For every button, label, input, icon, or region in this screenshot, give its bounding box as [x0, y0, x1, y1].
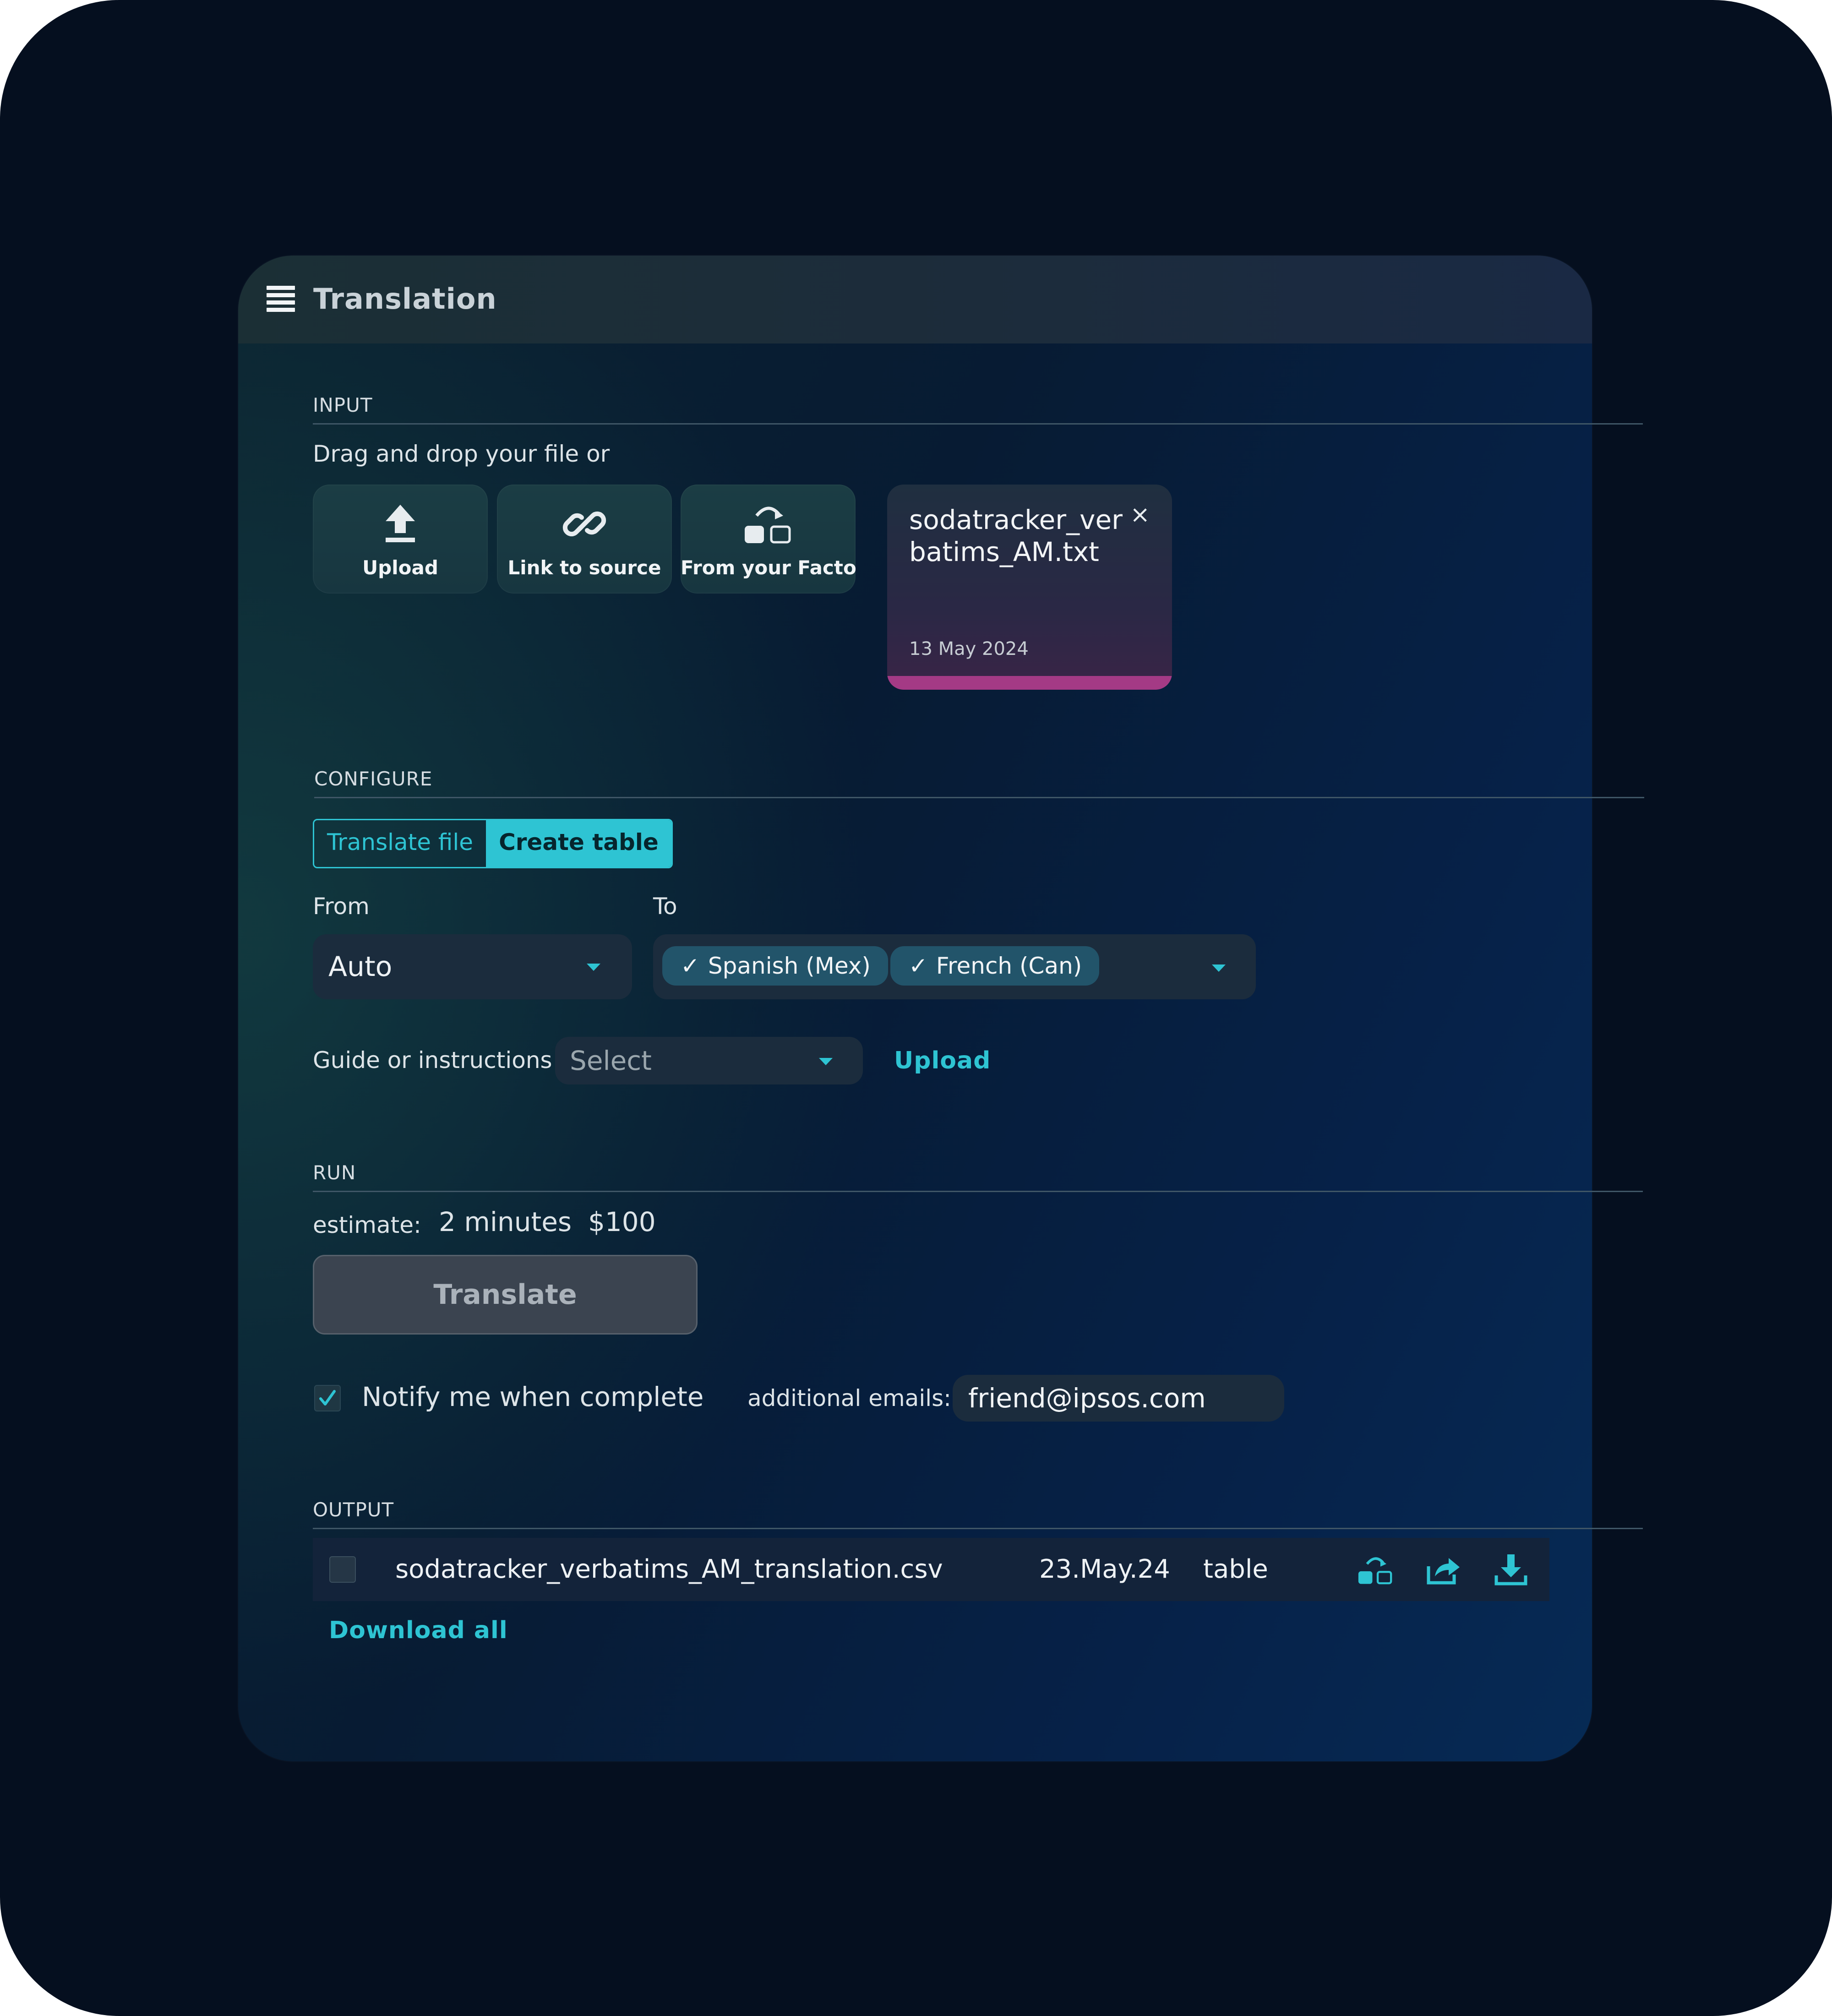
upload-tile-button[interactable]: Upload — [313, 485, 488, 594]
translate-button[interactable]: Translate — [313, 1255, 698, 1335]
upload-icon — [313, 501, 488, 547]
output-date: 23.May.24 — [1039, 1554, 1170, 1584]
app-frame: Translation INPUT Drag and drop your fil… — [0, 0, 1832, 2016]
download-all-link[interactable]: Download all — [329, 1617, 508, 1644]
uploaded-file-card[interactable]: sodatracker_verbatims_AM.txt × 13 May 20… — [887, 485, 1172, 690]
mode-toggle: Translate file Create table — [313, 819, 673, 868]
language-chip-french[interactable]: ✓ French (Can) — [890, 946, 1100, 986]
translation-panel: Translation — [238, 256, 1592, 1761]
from-label: From — [313, 893, 370, 920]
row-checkbox[interactable] — [329, 1556, 356, 1583]
file-name: sodatracker_verbatims_AM.txt — [909, 504, 1123, 567]
additional-emails-label: additional emails: — [747, 1385, 951, 1411]
divider — [313, 1528, 1643, 1529]
page-title: Translation — [313, 282, 497, 316]
tile-label: Link to source — [507, 556, 661, 579]
factory-icon[interactable] — [1357, 1553, 1394, 1586]
section-label-configure: CONFIGURE — [314, 768, 433, 790]
drag-drop-hint: Drag and drop your file or — [313, 441, 610, 467]
section-label-output: OUTPUT — [313, 1498, 394, 1521]
notify-label: Notify me when complete — [362, 1381, 704, 1412]
to-languages-select[interactable]: ✓ Spanish (Mex) ✓ French (Can) — [653, 934, 1256, 999]
file-progress-bar — [887, 676, 1172, 690]
check-icon: ✓ — [909, 953, 928, 979]
link-to-source-tile-button[interactable]: Link to source — [497, 485, 672, 594]
guide-label: Guide or instructions — [313, 1047, 552, 1073]
from-language-select[interactable]: Auto — [313, 934, 632, 999]
tab-translate-file[interactable]: Translate file — [314, 820, 486, 867]
estimate-time: 2 minutes — [439, 1206, 572, 1237]
section-label-run: RUN — [313, 1161, 356, 1184]
language-chip-spanish[interactable]: ✓ Spanish (Mex) — [662, 946, 888, 986]
close-icon[interactable]: × — [1130, 503, 1150, 527]
divider — [313, 423, 1643, 425]
tile-label: Upload — [362, 556, 438, 579]
table-row[interactable]: sodatracker_verbatims_AM_translation.csv… — [313, 1538, 1549, 1601]
chevron-down-icon — [1212, 964, 1226, 972]
guide-select-placeholder: Select — [570, 1045, 652, 1076]
divider — [314, 797, 1644, 798]
factory-icon — [681, 501, 856, 547]
divider — [313, 1191, 1643, 1192]
additional-emails-input[interactable] — [953, 1375, 1284, 1422]
tile-label: From your Facto — [681, 556, 856, 579]
panel-header: Translation — [238, 256, 1592, 343]
link-icon — [497, 501, 672, 547]
file-date: 13 May 2024 — [909, 638, 1029, 659]
share-icon[interactable] — [1425, 1553, 1461, 1586]
chevron-down-icon — [587, 964, 600, 971]
estimate-label: estimate: — [313, 1212, 421, 1238]
estimate-cost: $100 — [588, 1206, 656, 1237]
tab-create-table[interactable]: Create table — [486, 820, 671, 867]
guide-select[interactable]: Select — [555, 1037, 863, 1084]
from-language-value: Auto — [328, 951, 393, 983]
to-label: To — [653, 893, 677, 920]
download-icon[interactable] — [1493, 1553, 1529, 1586]
notify-checkbox[interactable] — [314, 1385, 341, 1411]
from-factory-tile-button[interactable]: From your Facto — [681, 485, 856, 594]
chip-label: French (Can) — [936, 953, 1082, 979]
check-icon: ✓ — [681, 953, 700, 979]
menu-icon[interactable] — [267, 286, 295, 312]
guide-upload-link[interactable]: Upload — [894, 1047, 991, 1074]
output-type: table — [1203, 1554, 1268, 1584]
output-filename: sodatracker_verbatims_AM_translation.csv — [395, 1554, 943, 1584]
chevron-down-icon — [819, 1058, 833, 1065]
check-icon — [319, 1390, 336, 1406]
chip-label: Spanish (Mex) — [708, 953, 871, 979]
section-label-input: INPUT — [313, 394, 373, 416]
